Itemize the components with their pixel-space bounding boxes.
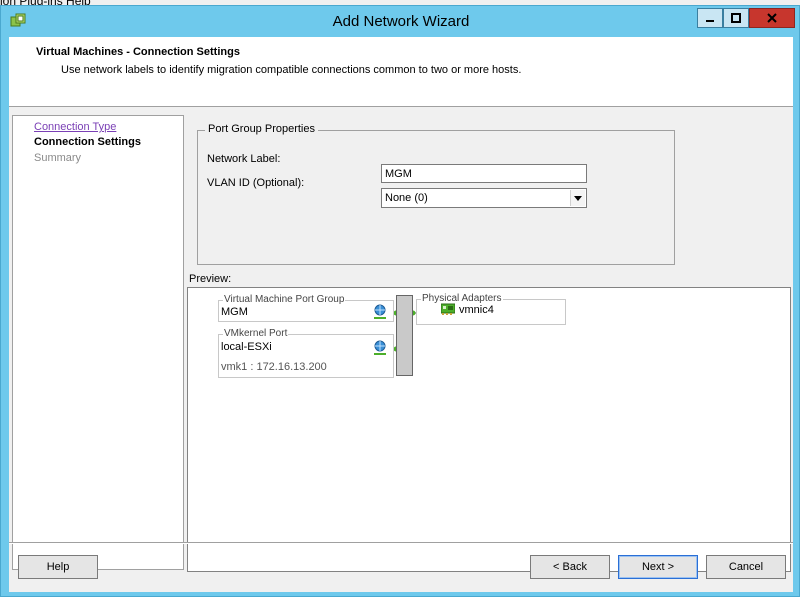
vm-port-group-title: Virtual Machine Port Group [223, 294, 346, 305]
maximize-button[interactable] [723, 8, 749, 28]
close-icon [767, 13, 777, 23]
vmkernel-ip-detail: vmk1 : 172.16.13.200 [221, 361, 327, 373]
globe-port-icon [374, 304, 386, 319]
close-button[interactable] [749, 8, 795, 28]
network-preview-panel: Virtual Machine Port Group MGM VMkernel … [187, 287, 791, 572]
page-description: Use network labels to identify migration… [61, 64, 522, 76]
wizard-content: Port Group Properties Network Label: VLA… [185, 115, 793, 572]
wizard-header: Virtual Machines - Connection Settings U… [9, 37, 793, 107]
add-network-wizard-window: Add Network Wizard Virtual Machines - Co… [0, 5, 800, 597]
footer-divider [9, 542, 793, 544]
network-label-input[interactable] [381, 164, 587, 183]
dropdown-arrow-button[interactable] [570, 190, 585, 206]
next-button[interactable]: Next > [618, 555, 698, 579]
chevron-down-icon [574, 195, 582, 201]
vmkernel-port-box[interactable]: VMkernel Port local-ESXi vmk1 : 172.16.1… [218, 328, 394, 378]
back-button[interactable]: < Back [530, 555, 610, 579]
step-connection-type[interactable]: Connection Type [34, 121, 116, 133]
vlan-id-value: None (0) [385, 192, 428, 204]
globe-port-icon [374, 340, 386, 355]
physical-adapter-name: vmnic4 [459, 304, 494, 316]
port-group-properties-group: Port Group Properties Network Label: VLA… [197, 123, 675, 265]
vm-port-group-name: MGM [221, 306, 248, 318]
cancel-button[interactable]: Cancel [706, 555, 786, 579]
minimize-button[interactable] [697, 8, 723, 28]
preview-label: Preview: [189, 273, 232, 285]
network-label-caption: Network Label: [207, 153, 281, 165]
wizard-client-area: Virtual Machines - Connection Settings U… [9, 37, 793, 592]
wizard-steps-panel: Connection Type Connection Settings Summ… [12, 115, 184, 570]
virtual-switch-bar [396, 295, 413, 376]
maximize-icon [731, 13, 741, 23]
help-button[interactable]: Help [18, 555, 98, 579]
title-bar[interactable]: Add Network Wizard [1, 6, 799, 36]
page-title: Virtual Machines - Connection Settings [36, 46, 240, 58]
vlan-id-caption: VLAN ID (Optional): [207, 177, 305, 189]
wizard-footer: Help < Back Next > Cancel [9, 542, 793, 592]
vlan-id-select[interactable]: None (0) [381, 188, 587, 208]
physical-adapters-title: Physical Adapters [421, 293, 503, 304]
window-title: Add Network Wizard [332, 13, 470, 30]
vm-port-group-box[interactable]: Virtual Machine Port Group MGM [218, 294, 394, 322]
vmkernel-port-name: local-ESXi [221, 341, 272, 353]
groupbox-title: Port Group Properties [205, 123, 318, 135]
step-connection-settings: Connection Settings [34, 136, 141, 148]
minimize-icon [706, 20, 714, 22]
step-summary: Summary [34, 152, 82, 164]
vmkernel-port-title: VMkernel Port [223, 328, 289, 339]
network-adapter-icon [441, 303, 455, 315]
